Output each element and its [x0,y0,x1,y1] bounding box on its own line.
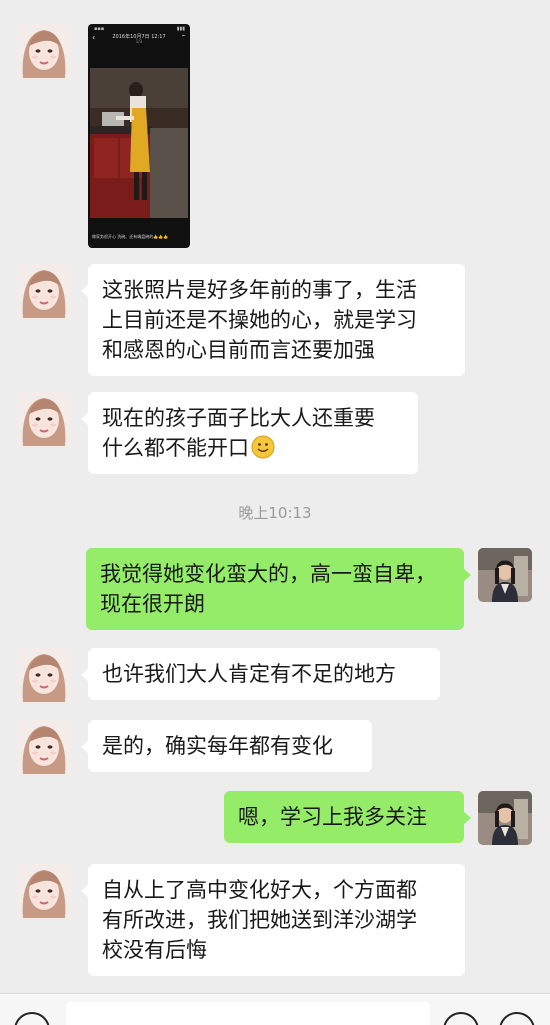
message-text: 什么都不能开口 [102,436,249,460]
message-bubble-received[interactable]: 也许我们大人肯定有不足的地方 [81,648,440,700]
contact-avatar[interactable] [17,392,71,446]
avatar-image [17,864,71,918]
photo-caption: 做家务很开心 洗碗、还有端盘碗的👍👍👍 [92,234,169,239]
self-avatar[interactable] [478,791,532,845]
contact-avatar[interactable] [17,24,71,78]
message-line-with-emoji: 什么都不能开口 [102,433,404,463]
message-line: 现在的孩子面子比大人还重要 [102,406,375,430]
message-line: 也许我们大人肯定有不足的地方 [102,662,396,686]
avatar-image [17,648,71,702]
emoji-icon[interactable] [443,1012,479,1025]
avatar-image [17,24,71,78]
avatar-image [17,264,71,318]
message-bubble-received[interactable]: 这张照片是好多年前的事了，生活 上目前还是不操她的心，就是学习 和感恩的心目前而… [81,264,465,376]
message-input[interactable] [66,1002,430,1025]
message-bubble-sent[interactable]: 嗯，学习上我多关注 [224,791,471,843]
status-bar-text: ▪▪▪ [94,26,105,32]
message-bubble-received[interactable]: 是的，确实每年都有变化 [81,720,372,772]
contact-avatar[interactable] [17,864,71,918]
kitchen-photo [90,68,188,218]
contact-avatar[interactable] [17,720,71,774]
message-bubble-received[interactable]: 自从上了高中变化好大，个方面都 有所改进，我们把她送到洋沙湖学 校没有后悔 [81,864,465,976]
message-bubble-sent[interactable]: 我觉得她变化蛮大的，高一蛮自卑， 现在很开朗 [86,548,471,630]
message-line: 我觉得她变化蛮大的，高一蛮自卑， [100,562,436,586]
message-line: 自从上了高中变化好大，个方面都 [102,878,417,902]
chat-timestamp: 晚上10:13 [238,504,312,522]
plus-icon[interactable] [499,1012,535,1025]
input-bar [0,993,550,1025]
message-line: 和感恩的心目前而言还要加强 [102,338,375,362]
message-line: 是的，确实每年都有变化 [102,734,333,758]
message-line: 这张照片是好多年前的事了，生活 [102,278,417,302]
image-message[interactable]: ▪▪▪ ▮▮▮ ‹ 2016年10月7日 12:17 1/3 ··· 做家务很开… [88,24,190,248]
avatar-image [478,791,532,845]
avatar-image [478,548,532,602]
contact-avatar[interactable] [17,648,71,702]
message-bubble-received[interactable]: 现在的孩子面子比大人还重要 什么都不能开口 [81,392,418,474]
avatar-image [17,720,71,774]
photo-counter: 1/3 [135,39,143,44]
more-icon: ··· [181,32,186,40]
self-avatar[interactable] [478,548,532,602]
message-line: 现在很开朗 [100,592,205,616]
avatar-image [17,392,71,446]
contact-avatar[interactable] [17,264,71,318]
message-line: 嗯，学习上我多关注 [238,805,427,829]
message-line: 校没有后悔 [102,938,207,962]
message-line: 有所改进，我们把她送到洋沙湖学 [102,908,417,932]
smile-emoji-icon [251,435,275,459]
message-line: 上目前还是不操她的心，就是学习 [102,308,417,332]
voice-icon[interactable] [14,1012,50,1025]
